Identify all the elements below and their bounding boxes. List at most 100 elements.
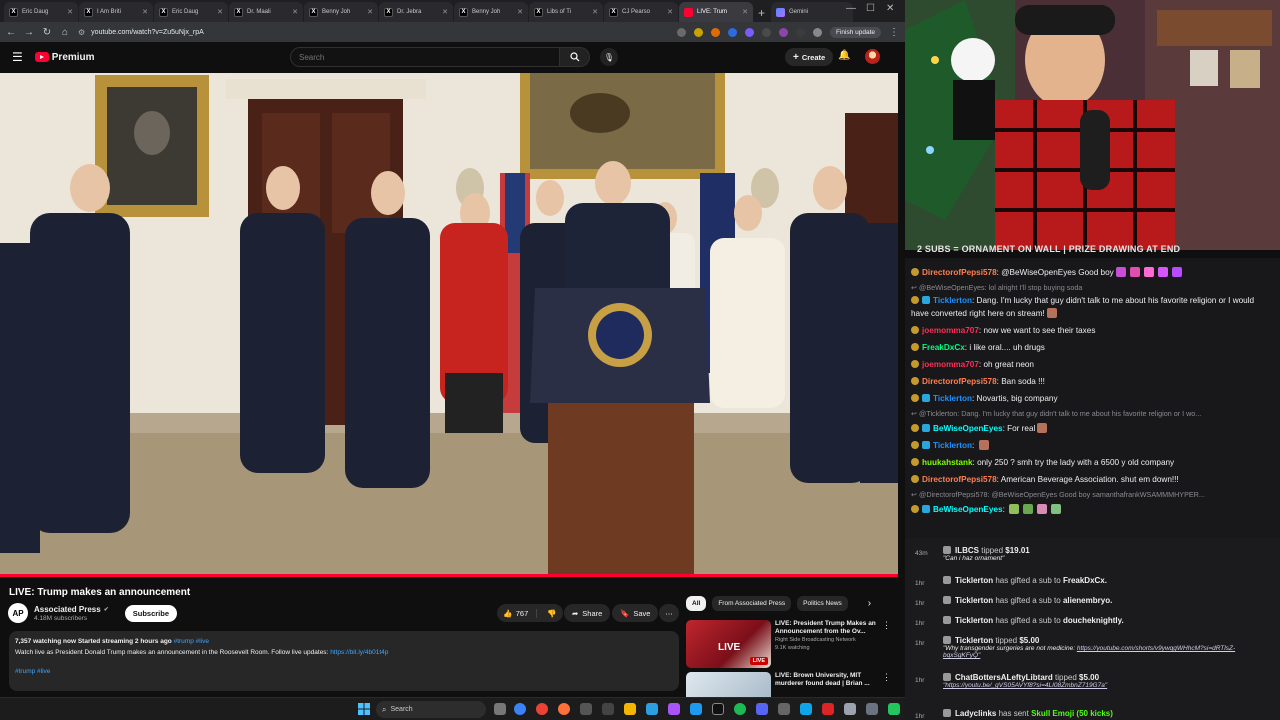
related-thumbnail[interactable]: LIVE LIVE	[686, 620, 771, 668]
close-tab-icon[interactable]: ✕	[217, 8, 223, 16]
star-icon[interactable]	[693, 27, 703, 37]
task-view-icon[interactable]	[494, 703, 506, 715]
browser-tab[interactable]: X CJ Pearso ✕	[604, 2, 678, 22]
related-channel[interactable]: Right Side Broadcasting Network	[775, 636, 878, 644]
extension-icon[interactable]	[761, 27, 771, 37]
terminal-icon[interactable]	[602, 703, 614, 715]
chat-username[interactable]: huukahstank	[922, 458, 973, 467]
close-tab-icon[interactable]: ✕	[742, 8, 748, 16]
maps-pin-icon[interactable]	[822, 703, 834, 715]
thumbs-down-icon[interactable]: 👎	[541, 609, 556, 618]
app-icon[interactable]	[778, 703, 790, 715]
app-icon[interactable]	[580, 703, 592, 715]
site-info-icon[interactable]: ⚙	[78, 28, 85, 37]
close-tab-icon[interactable]: ✕	[667, 8, 673, 16]
close-tab-icon[interactable]: ✕	[292, 8, 298, 16]
browser-tab[interactable]: X Eric Daug ✕	[4, 2, 78, 22]
browser-tab[interactable]: X I Am Briti ✕	[79, 2, 153, 22]
edge-icon[interactable]	[514, 703, 526, 715]
app-icon[interactable]	[844, 703, 856, 715]
subscribe-button[interactable]: Subscribe	[124, 604, 177, 622]
chip-from-associated-press[interactable]: From Associated Press	[712, 596, 792, 611]
event-username[interactable]: ILBCS	[955, 546, 979, 555]
event-username[interactable]: Ticklerton	[955, 596, 993, 605]
more-actions-icon[interactable]: ⋯	[659, 604, 679, 622]
hamburger-menu-icon[interactable]: ☰	[12, 50, 23, 64]
chat-username[interactable]: DirectorofPepsi578	[922, 268, 997, 277]
extension-icon[interactable]	[710, 27, 720, 37]
description-hashtags[interactable]: #trump #live	[174, 638, 209, 645]
search-button[interactable]	[560, 47, 590, 67]
profile-icon[interactable]	[812, 27, 822, 37]
description-hashtags-bottom[interactable]: #trump #live	[15, 666, 673, 677]
home-icon[interactable]: ⌂	[60, 27, 70, 38]
kick-app-icon[interactable]	[888, 703, 900, 715]
close-window-icon[interactable]: ✕	[886, 3, 894, 14]
app-icon[interactable]	[668, 703, 680, 715]
app-icon[interactable]	[800, 703, 812, 715]
minimize-icon[interactable]: —	[846, 3, 856, 14]
browser-tab[interactable]: X Benny Joh ✕	[454, 2, 528, 22]
chat-username[interactable]: DirectorofPepsi578	[922, 377, 997, 386]
chip-all[interactable]: All	[686, 596, 707, 611]
event-username[interactable]: Ladyclinks	[955, 709, 996, 718]
file-explorer-icon[interactable]	[624, 703, 636, 715]
url-field[interactable]: ⚙ youtube.com/watch?v=Zu5uNjx_rpA	[78, 28, 669, 37]
chip-politics-news[interactable]: Politics News	[797, 596, 848, 611]
chat-username[interactable]: Ticklerton	[933, 394, 972, 403]
close-tab-icon[interactable]: ✕	[67, 8, 73, 16]
discord-icon[interactable]	[756, 703, 768, 715]
chat-username[interactable]: BeWiseOpenEyes	[933, 424, 1003, 433]
video-player[interactable]	[0, 73, 898, 576]
chat-username[interactable]: Ticklerton	[933, 296, 972, 305]
finish-update-button[interactable]: Finish update	[829, 26, 881, 38]
forward-icon[interactable]: →	[24, 27, 34, 38]
browser-tab[interactable]: Gemini	[771, 2, 854, 22]
related-kebab-icon[interactable]: ⋮	[882, 620, 891, 668]
chrome-icon[interactable]	[536, 703, 548, 715]
voice-search-mic-icon[interactable]: 🎙	[600, 48, 618, 66]
browser-tab[interactable]: LIVE: Trum ✕	[679, 2, 753, 22]
chevron-right-icon[interactable]: ›	[868, 598, 871, 609]
app-icon[interactable]	[866, 703, 878, 715]
browser-tab[interactable]: X Libs of Ti ✕	[529, 2, 603, 22]
event-target[interactable]: FreakDxCx.	[1063, 576, 1107, 585]
extension-icon[interactable]	[744, 27, 754, 37]
chat-username[interactable]: joemomma707	[922, 360, 979, 369]
app-icon[interactable]	[690, 703, 702, 715]
firefox-icon[interactable]	[558, 703, 570, 715]
channel-avatar[interactable]: AP	[8, 603, 28, 623]
close-tab-icon[interactable]: ✕	[142, 8, 148, 16]
related-title[interactable]: LIVE: President Trump Makes an Announcem…	[775, 620, 878, 636]
chat-username[interactable]: DirectorofPepsi578	[922, 475, 997, 484]
browser-tab[interactable]: X Eric Daug ✕	[154, 2, 228, 22]
event-username[interactable]: Ticklerton	[955, 636, 993, 645]
extensions-puzzle-icon[interactable]	[795, 27, 805, 37]
reload-icon[interactable]: ↻	[42, 27, 52, 38]
chat-username[interactable]: Ticklerton	[933, 441, 972, 450]
youtube-logo[interactable]: Premium	[34, 52, 95, 63]
close-tab-icon[interactable]: ✕	[592, 8, 598, 16]
windows-start-icon[interactable]	[358, 703, 370, 715]
channel-name[interactable]: Associated Press ✔	[34, 605, 109, 614]
create-button[interactable]: + Create	[785, 48, 834, 66]
x-app-icon[interactable]	[712, 703, 724, 715]
back-icon[interactable]: ←	[6, 27, 16, 38]
chat-username[interactable]: BeWiseOpenEyes	[933, 505, 1003, 514]
chat-username[interactable]: joemomma707	[922, 326, 979, 335]
event-target[interactable]: doucheknightly.	[1063, 616, 1124, 625]
event-link[interactable]: "https://youtu.be/_gVS05AVYf8?si=4LI08Zm…	[943, 682, 1107, 689]
browser-tab[interactable]: X Benny Joh ✕	[304, 2, 378, 22]
share-button[interactable]: ➦ Share	[564, 604, 611, 622]
menu-kebab-icon[interactable]: ⋮	[889, 27, 899, 38]
event-username[interactable]: Ticklerton	[955, 616, 993, 625]
extension-icon[interactable]	[778, 27, 788, 37]
description-link[interactable]: https://bit.ly/4b01t4p	[330, 649, 388, 656]
like-button[interactable]: 👍 767	[503, 608, 538, 618]
browser-tab[interactable]: X Dr. Jebra ✕	[379, 2, 453, 22]
close-tab-icon[interactable]: ✕	[367, 8, 373, 16]
event-username[interactable]: Ticklerton	[955, 576, 993, 585]
save-button[interactable]: 🔖 Save	[612, 604, 659, 622]
event-username[interactable]: ChatBottersALeftyLibtard	[955, 673, 1053, 682]
related-video-item[interactable]: LIVE LIVE LIVE: President Trump Makes an…	[686, 620, 891, 668]
